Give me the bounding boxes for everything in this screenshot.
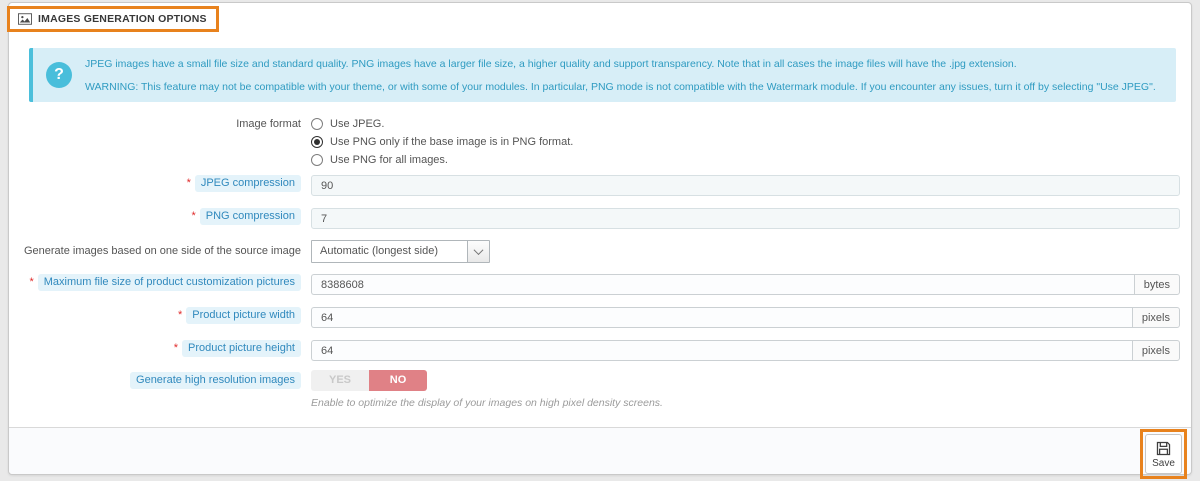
required-asterisk: * [191,210,195,222]
high-resolution-no-button[interactable]: NO [369,370,427,391]
save-button-label: Save [1152,458,1175,469]
form-row-png-compression: * PNG compression [19,208,1180,229]
image-side-label: Generate images based on one side of the… [19,240,311,259]
radio-use-png-if-base[interactable] [311,136,323,148]
picture-height-label: Product picture height [182,340,301,357]
save-icon [1155,440,1172,457]
save-button[interactable]: Save [1145,434,1182,474]
high-resolution-help-text: Enable to optimize the display of your i… [311,397,663,409]
picture-height-unit: pixels [1132,340,1180,361]
jpeg-compression-input[interactable] [311,175,1180,196]
image-icon [18,13,32,25]
panel-footer: Save [9,427,1191,474]
required-asterisk: * [187,177,191,189]
save-annotation-box: Save [1140,429,1187,479]
max-file-size-unit: bytes [1134,274,1180,295]
form-row-high-resolution-help: Enable to optimize the display of your i… [19,397,1180,409]
radio-option-use-jpeg[interactable]: Use JPEG. [311,115,1180,133]
picture-height-input[interactable] [311,340,1132,361]
jpeg-compression-label: JPEG compression [195,175,301,192]
image-format-label: Image format [19,115,311,132]
info-text-line2: WARNING: This feature may not be compati… [85,81,1161,93]
form-row-image-format: Image format Use JPEG. Use PNG only if t… [19,115,1180,169]
title-annotation-box: IMAGES GENERATION OPTIONS [7,6,219,32]
page-title: IMAGES GENERATION OPTIONS [38,13,207,25]
required-asterisk: * [29,276,33,288]
panel-header: IMAGES GENERATION OPTIONS [9,3,1191,33]
radio-option-use-png-all[interactable]: Use PNG for all images. [311,151,1180,169]
high-resolution-yes-button[interactable]: YES [311,370,369,391]
required-asterisk: * [174,342,178,354]
high-resolution-label: Generate high resolution images [130,372,301,389]
info-text-line1: JPEG images have a small file size and s… [85,58,1161,70]
high-resolution-toggle: YES NO [311,370,427,391]
picture-width-input[interactable] [311,307,1132,328]
form-row-max-file-size: * Maximum file size of product customizat… [19,274,1180,295]
radio-option-use-png-if-base[interactable]: Use PNG only if the base image is in PNG… [311,133,1180,151]
info-box: ? JPEG images have a small file size and… [29,48,1176,102]
chevron-down-icon [474,245,484,255]
radio-label-use-png-all[interactable]: Use PNG for all images. [330,154,448,166]
form-row-picture-width: * Product picture width pixels [19,307,1180,328]
max-file-size-label: Maximum file size of product customizati… [38,274,301,291]
form-row-high-resolution: Generate high resolution images YES NO [19,370,1180,391]
form-row-picture-height: * Product picture height pixels [19,340,1180,361]
max-file-size-input[interactable] [311,274,1134,295]
required-asterisk: * [178,309,182,321]
form-row-image-side: Generate images based on one side of the… [19,240,1180,263]
image-side-select[interactable]: Automatic (longest side) [311,240,490,263]
help-icon: ? [46,62,72,88]
image-format-options: Use JPEG. Use PNG only if the base image… [311,115,1180,169]
radio-use-png-all[interactable] [311,154,323,166]
image-side-selected-value: Automatic (longest side) [312,241,467,262]
picture-width-unit: pixels [1132,307,1180,328]
form-row-jpeg-compression: * JPEG compression [19,175,1180,196]
picture-width-label: Product picture width [186,307,301,324]
radio-label-use-png-if-base[interactable]: Use PNG only if the base image is in PNG… [330,136,573,148]
radio-use-jpeg[interactable] [311,118,323,130]
radio-label-use-jpeg[interactable]: Use JPEG. [330,118,384,130]
images-generation-options-panel: IMAGES GENERATION OPTIONS ? JPEG images … [8,2,1192,475]
select-arrow-button[interactable] [467,241,489,262]
png-compression-label: PNG compression [200,208,301,225]
png-compression-input[interactable] [311,208,1180,229]
